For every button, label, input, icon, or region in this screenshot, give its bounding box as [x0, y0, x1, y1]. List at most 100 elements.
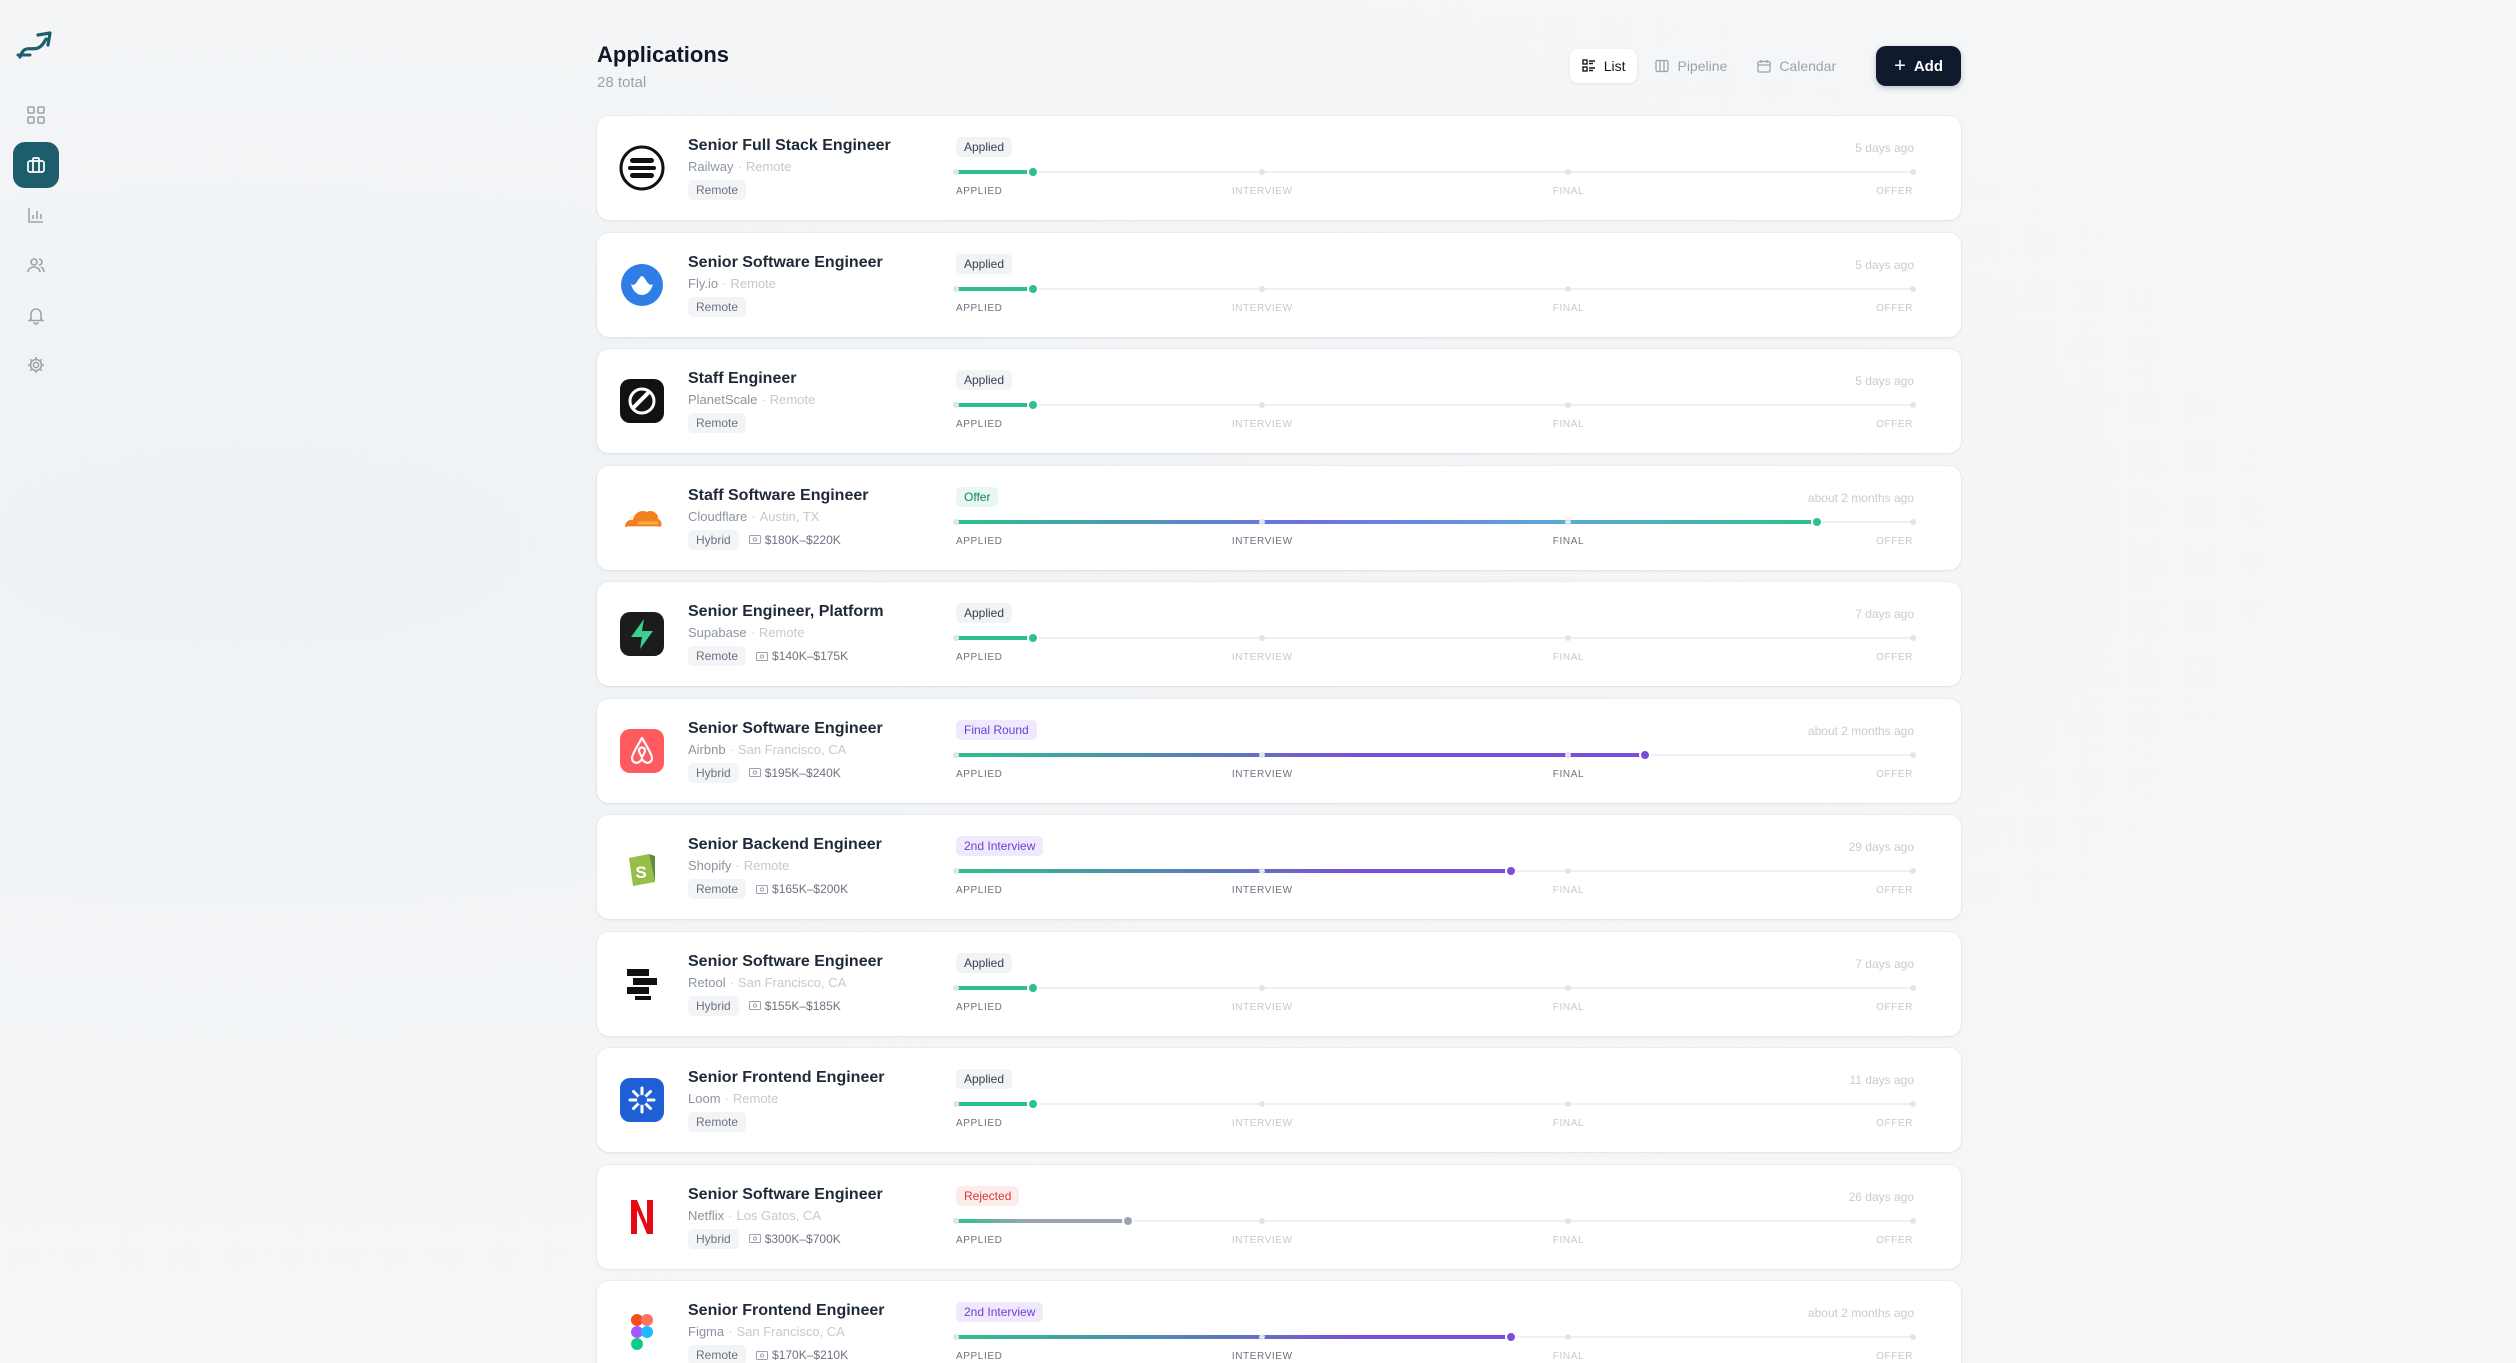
application-card[interactable]: Staff Engineer PlanetScale · Remote Remote… [597, 349, 1961, 453]
status-badge: Applied [956, 370, 1013, 390]
stage-labels: APPLIED INTERVIEW FINAL OFFER [956, 1118, 1913, 1132]
stage-label-interview: INTERVIEW [1231, 419, 1293, 430]
stage-marker [953, 751, 959, 758]
view-list-label: List [1603, 58, 1626, 74]
progress-track [953, 515, 1916, 529]
stage-label-offer: OFFER [1876, 768, 1913, 780]
application-card[interactable]: Senior Software Engineer Netflix · Los Gat… [597, 1164, 1961, 1269]
stage-label-offer: OFFER [1876, 419, 1913, 430]
company-name: Shopify [688, 858, 732, 873]
company-name: Retool [688, 974, 726, 990]
company-logo-planetscale-icon [619, 378, 665, 424]
stage-marker [1259, 518, 1266, 525]
job-meta: Figma · San Francisco, CA [688, 1324, 845, 1339]
application-card[interactable]: Senior Frontend Engineer Loom · Remote Rem… [597, 1048, 1961, 1152]
meta-separator: · [729, 974, 734, 990]
briefcase-icon[interactable] [13, 142, 59, 188]
progress-track [953, 282, 1916, 296]
bell-icon[interactable] [13, 292, 59, 338]
gear-icon[interactable] [13, 342, 59, 388]
bar-chart-icon[interactable] [13, 192, 59, 238]
stage-marker [1910, 984, 1916, 991]
company-logo-flyio-icon [619, 262, 665, 308]
job-title[interactable]: Senior Software Engineer [688, 953, 883, 971]
company-logo-loom-icon [619, 1077, 665, 1123]
job-title[interactable]: Senior Full Stack Engineer [688, 137, 891, 155]
current-stage-dot [1811, 515, 1824, 528]
stage-marker [1565, 1217, 1572, 1224]
job-meta: Supabase · Remote [688, 625, 804, 640]
stage-marker [953, 169, 959, 175]
progress-track [953, 1214, 1916, 1228]
stage-label-final: FINAL [1552, 1351, 1585, 1362]
add-application-button[interactable]: + Add [1876, 46, 1961, 86]
application-card[interactable]: S Senior Backend Engineer Shopify · Remote… [597, 815, 1961, 919]
stage-label-offer: OFFER [1876, 1351, 1913, 1362]
stage-label-final: FINAL [1552, 1001, 1585, 1013]
view-calendar-label: Calendar [1779, 58, 1837, 74]
job-meta: PlanetScale · Remote [688, 392, 815, 407]
job-location: Remote [743, 858, 790, 873]
job-title[interactable]: Staff Software Engineer [688, 487, 868, 505]
stage-marker [953, 285, 959, 292]
view-list-button[interactable]: List [1569, 49, 1638, 83]
applications-list: Senior Full Stack Engineer Railway · Remot… [597, 116, 1961, 1363]
company-logo-cloudflare-icon [619, 495, 665, 541]
job-tags: Hybrid $195K–$240K [688, 762, 841, 783]
job-tags: Hybrid $180K–$220K [688, 529, 841, 550]
work-mode-tag: Remote [688, 1345, 747, 1363]
stage-marker [1910, 868, 1916, 874]
stage-label-applied: APPLIED [956, 1234, 1003, 1246]
stage-marker [1565, 285, 1572, 292]
app-logo-icon[interactable] [14, 26, 58, 66]
job-title[interactable]: Senior Software Engineer [688, 720, 883, 738]
stage-label-final: FINAL [1552, 1118, 1585, 1129]
job-title[interactable]: Staff Engineer [688, 370, 796, 388]
stage-marker [1259, 984, 1266, 991]
users-icon[interactable] [13, 242, 59, 288]
stage-marker [1910, 518, 1916, 525]
job-title[interactable]: Senior Frontend Engineer [688, 1302, 884, 1320]
application-card[interactable]: Senior Software Engineer Fly.io · Remote R… [597, 232, 1961, 337]
progress-fill [956, 985, 1033, 990]
list-icon [1581, 59, 1595, 72]
job-title[interactable]: Senior Software Engineer [688, 254, 883, 272]
dashboard-icon[interactable] [13, 92, 59, 138]
job-title[interactable]: Senior Engineer, Platform [688, 603, 884, 621]
stage-label-interview: INTERVIEW [1231, 652, 1293, 663]
progress-track-line [956, 1103, 1913, 1105]
stage-label-interview: INTERVIEW [1231, 302, 1293, 314]
sidebar [0, 0, 72, 1363]
job-title[interactable]: Senior Software Engineer [688, 1186, 883, 1204]
application-card[interactable]: Senior Software Engineer Retool · San Fran… [597, 931, 1961, 1036]
stage-marker [1910, 1334, 1916, 1340]
stage-marker [1259, 402, 1266, 408]
stage-marker [1565, 1334, 1572, 1340]
application-card[interactable]: Senior Frontend Engineer Figma · San Franc… [597, 1281, 1961, 1363]
application-card[interactable]: Senior Full Stack Engineer Railway · Remot… [597, 116, 1961, 220]
view-calendar-button[interactable]: Calendar [1745, 49, 1848, 83]
salary-text: $170K–$210K [772, 1348, 849, 1362]
job-location: San Francisco, CA [736, 1324, 845, 1339]
applied-time: 26 days ago [1848, 1189, 1914, 1204]
view-pipeline-button[interactable]: Pipeline [1643, 49, 1739, 83]
application-card[interactable]: Staff Software Engineer Cloudflare · Austi… [597, 465, 1961, 570]
meta-separator: · [728, 1207, 733, 1223]
view-pipeline-label: Pipeline [1677, 58, 1728, 74]
current-stage-dot [1026, 282, 1039, 295]
status-badge: 2nd Interview [956, 1302, 1044, 1322]
job-title[interactable]: Senior Backend Engineer [688, 836, 882, 854]
work-mode-tag: Remote [688, 180, 747, 200]
salary-range: $300K–$700K [748, 1232, 841, 1246]
salary-range: $170K–$210K [756, 1348, 848, 1362]
progress-fill [956, 869, 1512, 873]
application-card[interactable]: Senior Software Engineer Airbnb · San Fran… [597, 698, 1961, 803]
progress-track-line [956, 986, 1913, 989]
stage-label-final: FINAL [1552, 535, 1585, 547]
progress-track [953, 748, 1916, 762]
application-card[interactable]: Senior Engineer, Platform Supabase · Remot… [597, 582, 1961, 686]
job-location: Remote [732, 1091, 779, 1106]
job-title[interactable]: Senior Frontend Engineer [688, 1069, 884, 1087]
applied-time: 7 days ago [1855, 607, 1914, 621]
applied-time: about 2 months ago [1807, 723, 1914, 738]
